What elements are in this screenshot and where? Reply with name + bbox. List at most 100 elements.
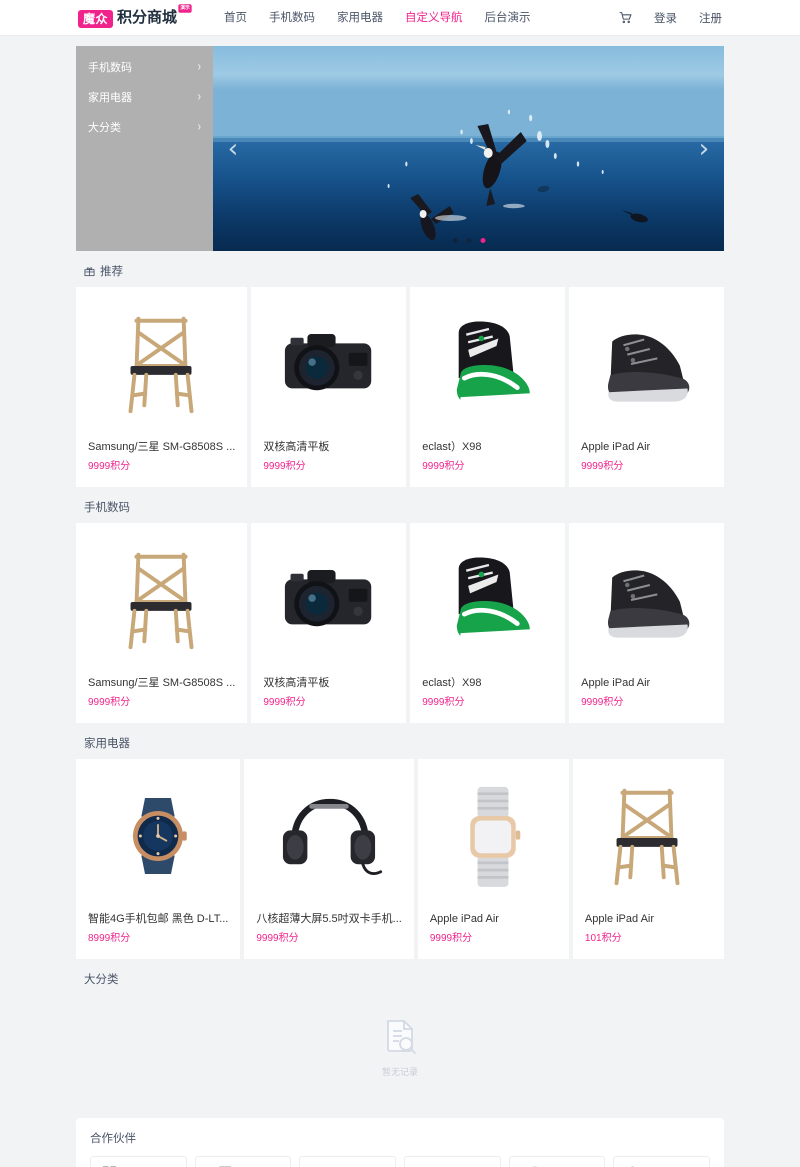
product-card[interactable]: 智能4G手机包邮 黑色 D-LT... 8999积分 [76, 759, 241, 959]
product-name: 智能4G手机包邮 黑色 D-LT... [88, 913, 229, 925]
sidebar-item-mobile-digital[interactable]: 手机数码 › [76, 52, 213, 82]
product-name: 双核高清平板 [263, 441, 330, 453]
product-image-sneaker [410, 287, 565, 440]
product-price: 9999积分 [429, 933, 473, 944]
empty-state: 暂无记录 [76, 995, 724, 1104]
section-title-big-category: 大分类 [76, 959, 724, 995]
product-card[interactable]: 双核高清平板 9999积分 [251, 523, 407, 723]
brand-name-text: 积分商城 [117, 8, 178, 26]
chevron-right-icon: › [197, 89, 201, 105]
partner-huawei[interactable]: HUAWEI [299, 1156, 396, 1167]
register-link[interactable]: 注册 [699, 10, 722, 26]
main-nav: 首页 手机数码 家用电器 自定义导航 后台演示 [224, 0, 531, 36]
product-image-boot [569, 287, 724, 440]
product-name: 八核超薄大屏5.5吋双卡手机... [256, 913, 402, 925]
product-image-chair [76, 287, 247, 440]
section-title-recommend: 推荐 [76, 251, 724, 287]
carousel-dot-active[interactable] [480, 238, 485, 243]
product-card[interactable]: Apple iPad Air 101积分 [572, 759, 724, 959]
partners-panel: 合作伙伴 ModStart 魔 众 [76, 1118, 724, 1167]
partner-aliyun[interactable]: 阿里云 [403, 1156, 501, 1167]
carousel-dot[interactable] [452, 238, 457, 243]
partners-title: 合作伙伴 [90, 1133, 136, 1145]
gift-icon [84, 266, 95, 277]
product-image-camera [251, 523, 406, 676]
empty-records-icon [383, 1019, 417, 1058]
product-image-smartwatch [418, 759, 569, 912]
product-price: 9999积分 [422, 697, 465, 708]
sidebar-item-label: 手机数码 [88, 62, 132, 74]
chevron-right-icon: › [197, 59, 201, 75]
empty-state-text: 暂无记录 [381, 1067, 418, 1077]
partner-modstart[interactable]: ModStart [90, 1156, 187, 1167]
nav-item-home-appliances[interactable]: 家用电器 [337, 0, 383, 36]
nav-item-home[interactable]: 首页 [224, 0, 247, 36]
brand-logo[interactable]: 魔众 积分商城 演示 [78, 3, 192, 28]
product-image-headphones [244, 759, 413, 912]
product-card[interactable]: 双核高清平板 9999积分 [251, 287, 407, 487]
sidebar-item-label: 家用电器 [88, 92, 132, 104]
product-name: Apple iPad Air [581, 441, 651, 453]
carousel-dots [452, 238, 485, 243]
product-name: Apple iPad Air [584, 913, 655, 925]
section-title-home-appliances: 家用电器 [76, 723, 724, 759]
product-name: 双核高清平板 [263, 677, 330, 689]
login-link[interactable]: 登录 [654, 10, 677, 26]
partners-grid: ModStart 魔 众 HUAWEI [90, 1156, 710, 1167]
banner-image [213, 46, 724, 251]
section-title-label: 推荐 [100, 266, 123, 278]
sidebar-item-label: 大分类 [88, 122, 121, 134]
product-card[interactable]: 八核超薄大屏5.5吋双卡手机... 9999积分 [244, 759, 414, 959]
nav-item-custom-nav[interactable]: 自定义导航 [405, 0, 463, 36]
product-grid-home-appliances: 智能4G手机包邮 黑色 D-LT... 8999积分 八核超薄大屏5.5吋双卡手… [76, 759, 724, 959]
partner-mozhong[interactable]: 魔 众 [194, 1156, 292, 1167]
product-price: 9999积分 [88, 461, 131, 472]
product-image-chair [76, 523, 247, 676]
carousel-next-arrow[interactable]: › [690, 131, 718, 167]
product-card[interactable]: eclast）X98 9999积分 [410, 287, 566, 487]
product-card[interactable]: Apple iPad Air 9999积分 [569, 523, 724, 723]
banner-carousel[interactable]: ‹ › [213, 46, 724, 251]
product-name: Apple iPad Air [429, 913, 499, 925]
nav-item-mobile-digital[interactable]: 手机数码 [269, 0, 315, 36]
carousel-prev-arrow[interactable]: ‹ [219, 131, 247, 167]
product-card[interactable]: Samsung/三星 SM-G8508S ... 9999积分 [76, 523, 248, 723]
section-title-label: 手机数码 [84, 502, 130, 514]
partner-baidu-cloud[interactable]: 百度智能云 [613, 1156, 710, 1167]
product-price: 9999积分 [263, 461, 306, 472]
product-price: 101积分 [584, 933, 622, 944]
category-sidebar: 手机数码 › 家用电器 › 大分类 › [76, 46, 213, 251]
sidebar-item-home-appliances[interactable]: 家用电器 › [76, 82, 213, 112]
partner-tencent-cloud[interactable]: 腾讯云 [508, 1156, 606, 1167]
product-grid-mobile-digital: Samsung/三星 SM-G8508S ... 9999积分 双核高清平板 9 [76, 523, 724, 723]
section-title-label: 家用电器 [84, 738, 130, 750]
brand-badge: 魔众 [78, 9, 114, 28]
banner-row: 手机数码 › 家用电器 › 大分类 › ‹ › [76, 46, 724, 251]
carousel-dot[interactable] [466, 238, 471, 243]
product-price: 9999积分 [263, 697, 306, 708]
product-name: eclast）X98 [422, 677, 482, 689]
product-image-sneaker [410, 523, 565, 676]
sidebar-item-big-category[interactable]: 大分类 › [76, 112, 213, 142]
product-name: Samsung/三星 SM-G8508S ... [88, 677, 236, 689]
product-price: 9999积分 [256, 933, 299, 944]
brand-name: 积分商城 演示 [117, 3, 192, 27]
product-name: Apple iPad Air [581, 677, 651, 689]
product-card[interactable]: Apple iPad Air 9999积分 [417, 759, 569, 959]
product-image-chair [573, 759, 724, 912]
brand-demo-badge: 演示 [178, 3, 192, 13]
product-card[interactable]: Apple iPad Air 9999积分 [569, 287, 724, 487]
product-name: Samsung/三星 SM-G8508S ... [88, 441, 236, 453]
chevron-right-icon: › [197, 119, 201, 135]
cart-icon[interactable] [619, 11, 632, 24]
product-card[interactable]: Samsung/三星 SM-G8508S ... 9999积分 [76, 287, 248, 487]
section-title-mobile-digital: 手机数码 [76, 487, 724, 523]
nav-item-admin-demo[interactable]: 后台演示 [485, 0, 531, 36]
product-image-camera [251, 287, 406, 440]
product-grid-recommend: Samsung/三星 SM-G8508S ... 9999积分 双核高清平板 9 [76, 287, 724, 487]
product-name: eclast）X98 [422, 441, 482, 453]
section-title-label: 大分类 [84, 974, 119, 986]
page-content: 手机数码 › 家用电器 › 大分类 › ‹ › 推荐 Samsung/三星 SM… [0, 46, 800, 1167]
product-card[interactable]: eclast）X98 9999积分 [410, 523, 566, 723]
product-price: 9999积分 [581, 461, 624, 472]
